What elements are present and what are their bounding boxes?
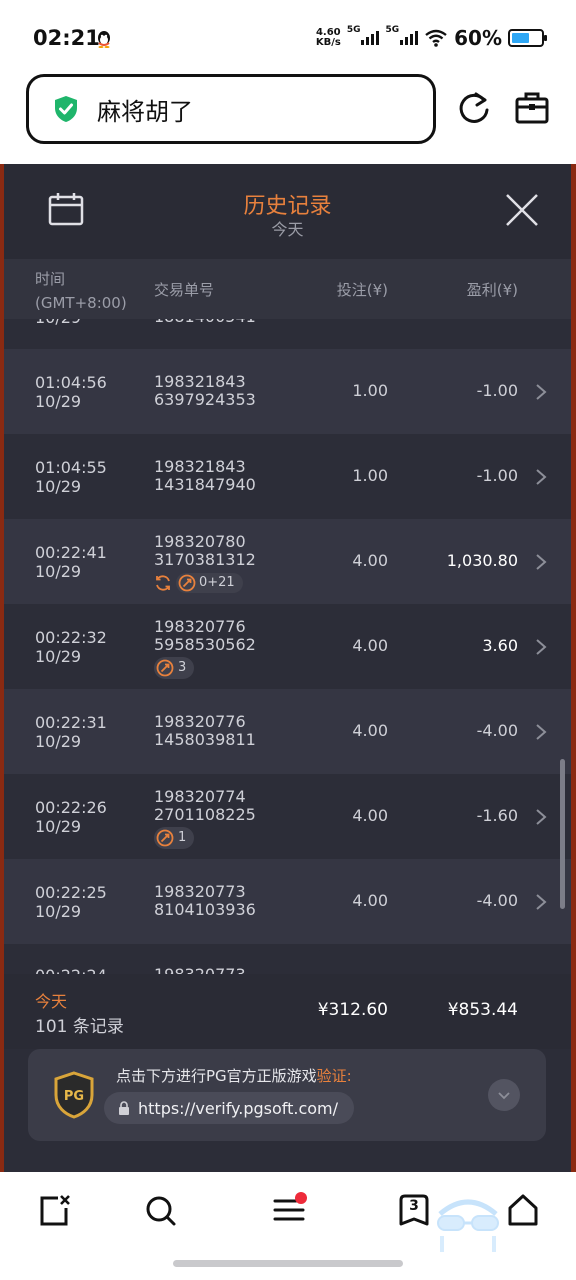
scrollbar[interactable] bbox=[560, 759, 565, 909]
record-count: 101 条记录 bbox=[35, 1017, 124, 1037]
search-icon[interactable] bbox=[144, 1192, 178, 1228]
notification-dot bbox=[295, 1192, 307, 1204]
table-row-partial[interactable]: 00:22:24 198320773 bbox=[4, 944, 571, 975]
chevron-right-icon bbox=[536, 894, 547, 910]
mascot-icon bbox=[437, 1199, 499, 1252]
svg-text:PG: PG bbox=[64, 1089, 84, 1104]
col-profit: 盈利(¥) bbox=[466, 281, 518, 299]
shield-check-icon bbox=[55, 96, 77, 122]
refresh-icon[interactable] bbox=[456, 90, 492, 126]
verify-text: 点击下方进行PG官方正版游戏验证: bbox=[116, 1067, 352, 1085]
feature-chips: 3 bbox=[154, 657, 195, 679]
pg-logo-icon: PG bbox=[54, 1071, 94, 1119]
signal-5g-1: 5G bbox=[347, 25, 380, 45]
table-row[interactable]: 01:04:55 10/29 198321843 1431847940 1.00 -… bbox=[4, 434, 571, 519]
chevron-right-icon bbox=[536, 469, 547, 485]
feature-chips: 0+21 bbox=[154, 572, 251, 594]
total-profit: ¥853.44 bbox=[447, 1000, 518, 1020]
battery-percent: 60% bbox=[454, 26, 502, 50]
free-spin-icon bbox=[156, 829, 174, 847]
gesture-bar[interactable] bbox=[173, 1260, 403, 1267]
summary-bar: 今天 101 条记录 ¥312.60 ¥853.44 bbox=[4, 974, 571, 1049]
verify-link[interactable]: https://verify.pgsoft.com/ bbox=[104, 1092, 355, 1124]
status-time: 02:21 bbox=[33, 26, 100, 50]
history-date-filter[interactable]: 今天 bbox=[4, 216, 571, 240]
free-spin-icon bbox=[156, 659, 174, 677]
verify-banner[interactable]: PG 点击下方进行PG官方正版游戏验证: https://verify.pgso… bbox=[28, 1049, 546, 1141]
expand-button[interactable] bbox=[488, 1079, 520, 1111]
table-row[interactable]: 00:22:26 10/29 198320774 2701108225 1 4.00… bbox=[4, 774, 571, 859]
col-time: 时间 (GMT+8:00) bbox=[35, 270, 127, 312]
net-speed: 4.60 KB/s bbox=[315, 27, 341, 48]
chevron-down-icon bbox=[498, 1092, 510, 1100]
chevron-right-icon bbox=[536, 384, 547, 400]
bottom-navigation: 3 bbox=[0, 1172, 576, 1280]
battery-icon bbox=[508, 29, 547, 47]
game-frame: 历史记录 今天 时间 (GMT+8:00) 交易单号 投注(¥) 盈利(¥) 1… bbox=[0, 164, 576, 1172]
close-icon[interactable] bbox=[504, 192, 540, 228]
history-panel: 历史记录 今天 时间 (GMT+8:00) 交易单号 投注(¥) 盈利(¥) 1… bbox=[4, 164, 571, 1172]
summary-period: 今天 bbox=[35, 992, 68, 1011]
table-row[interactable]: 00:22:32 10/29 198320776 5958530562 3 4.00… bbox=[4, 604, 571, 689]
toolbox-icon[interactable] bbox=[514, 90, 550, 126]
table-header: 时间 (GMT+8:00) 交易单号 投注(¥) 盈利(¥) bbox=[4, 259, 571, 319]
free-spin-icon bbox=[178, 574, 196, 592]
total-bet: ¥312.60 bbox=[317, 1000, 388, 1020]
status-bar: 02:21 4.60 KB/s 5G 5G 60% bbox=[0, 0, 576, 74]
close-tab-icon[interactable] bbox=[38, 1192, 72, 1228]
table-row-partial[interactable]: 10/29 1881400541 bbox=[4, 319, 571, 341]
address-bar[interactable]: 麻将胡了 bbox=[26, 74, 436, 144]
chevron-right-icon bbox=[536, 554, 547, 570]
qq-penguin-icon bbox=[98, 31, 110, 48]
browser-toolbar: 麻将胡了 bbox=[0, 74, 576, 164]
table-row[interactable]: 01:04:56 10/29 198321843 6397924353 1.00 -… bbox=[4, 349, 571, 434]
wifi-icon bbox=[425, 29, 447, 47]
feature-chips: 1 bbox=[154, 827, 195, 849]
lock-icon bbox=[119, 1101, 129, 1115]
chevron-right-icon bbox=[536, 809, 547, 825]
table-row[interactable]: 00:22:25 10/29 198320773 8104103936 4.00 -… bbox=[4, 859, 571, 944]
chevron-right-icon bbox=[536, 724, 547, 740]
history-header: 历史记录 今天 bbox=[4, 164, 571, 259]
table-row[interactable]: 00:22:31 10/29 198320776 1458039811 4.00 -… bbox=[4, 689, 571, 774]
tab-count: 3 bbox=[409, 1198, 419, 1214]
table-row[interactable]: 00:22:41 10/29 198320780 3170381312 0+21 4… bbox=[4, 519, 571, 604]
signal-bars-icon bbox=[361, 31, 380, 45]
home-icon[interactable] bbox=[506, 1192, 540, 1228]
signal-5g-2: 5G bbox=[385, 25, 419, 45]
chevron-right-icon bbox=[536, 639, 547, 655]
col-bet: 投注(¥) bbox=[336, 281, 388, 299]
signal-bars-icon bbox=[400, 31, 419, 45]
page-title: 麻将胡了 bbox=[97, 97, 193, 126]
col-order: 交易单号 bbox=[154, 281, 215, 299]
history-list[interactable]: 10/29 1881400541 01:04:5610/29 198321843… bbox=[4, 319, 571, 974]
respin-icon bbox=[156, 575, 170, 591]
